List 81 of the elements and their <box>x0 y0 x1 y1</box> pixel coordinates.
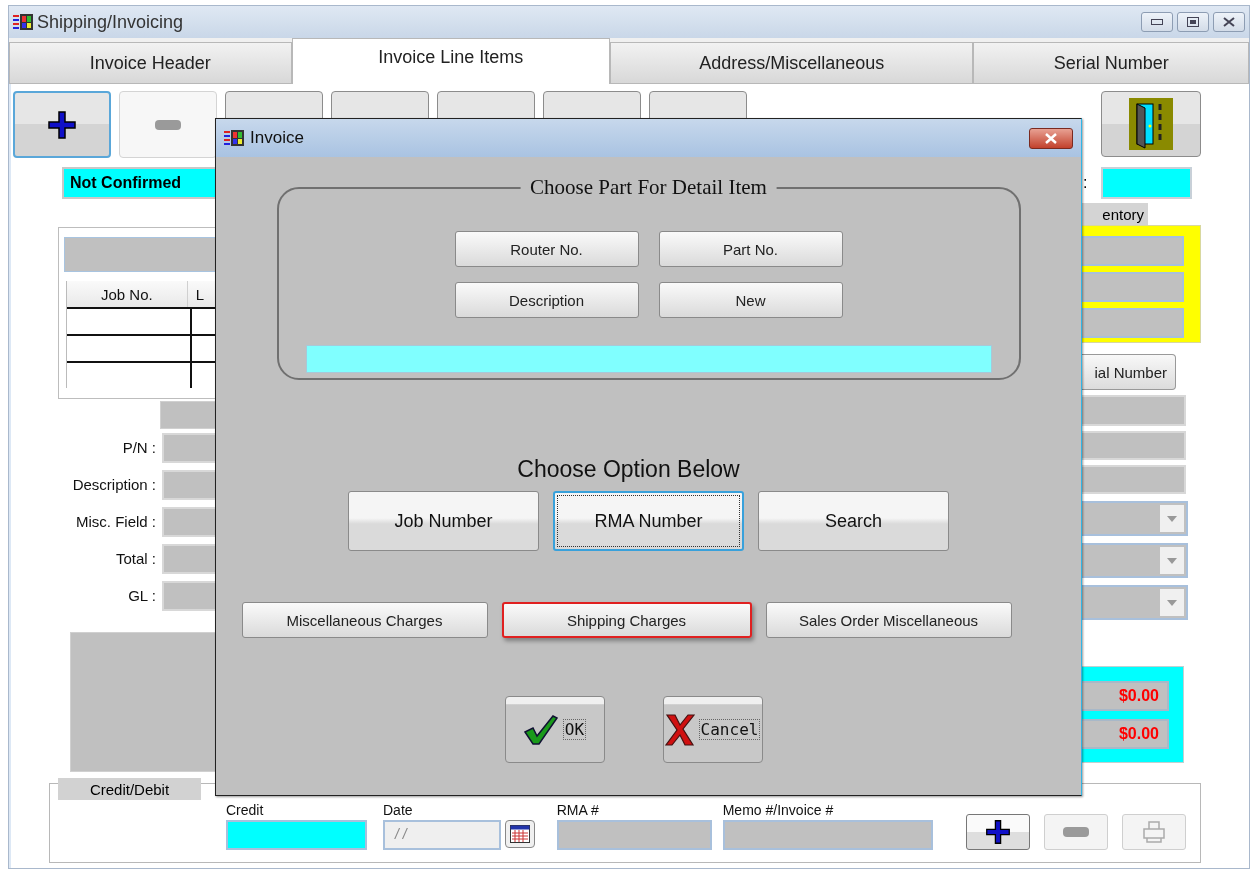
caret-icon <box>1167 599 1177 606</box>
tab[interactable]: Invoice Line Items <box>291 38 611 84</box>
charges-button[interactable]: Shipping Charges <box>501 602 752 638</box>
minus-icon <box>154 118 182 131</box>
field-label: Description : <box>72 476 156 493</box>
checkmark-icon <box>522 713 559 746</box>
maximize-icon <box>1187 17 1199 27</box>
input-field[interactable] <box>1079 465 1186 494</box>
input-field[interactable] <box>162 469 217 500</box>
printer-icon <box>1140 820 1167 844</box>
part-search-button[interactable]: Router No. <box>454 231 639 267</box>
input-field[interactable] <box>1101 167 1193 199</box>
charges-button[interactable]: Sales Order Miscellaneous <box>765 602 1012 638</box>
tab[interactable]: Invoice Header <box>9 42 292 84</box>
exit-door-icon <box>1129 98 1173 150</box>
dialog-title: Invoice <box>250 128 304 148</box>
toolbar-button[interactable] <box>13 91 111 158</box>
input-field[interactable] <box>1080 308 1184 338</box>
input-field[interactable] <box>1079 431 1186 460</box>
app-icon <box>13 12 35 32</box>
tab[interactable]: Serial Number <box>973 42 1249 84</box>
x-mark-icon <box>664 712 695 747</box>
cancel-button[interactable]: Cancel <box>662 696 763 763</box>
dropdown[interactable] <box>1079 585 1188 620</box>
ok-button[interactable]: OK <box>504 696 605 763</box>
app-icon <box>224 128 246 148</box>
input-field[interactable] <box>1080 272 1184 302</box>
minimize-button[interactable] <box>1141 12 1173 32</box>
field-label: Misc. Field : <box>76 513 156 530</box>
plus-icon <box>984 819 1011 845</box>
window-title: Shipping/Invoicing <box>37 11 184 33</box>
serial-number-button[interactable]: ial Number <box>1079 354 1176 390</box>
field-label: Date <box>383 802 414 818</box>
field-label: RMA # <box>556 802 600 818</box>
tab[interactable]: Address/Miscellaneous <box>610 42 974 84</box>
input-field[interactable] <box>1080 236 1184 266</box>
panel-title: Credit/Debit <box>58 778 201 800</box>
add-button[interactable] <box>965 814 1030 850</box>
close-icon <box>1044 132 1058 144</box>
maximize-button[interactable] <box>1177 12 1209 32</box>
status-field: Not Confirmed <box>62 167 217 199</box>
rma-field[interactable] <box>556 820 712 850</box>
minimize-icon <box>1151 19 1163 25</box>
part-search-button[interactable]: Description <box>454 282 639 318</box>
field-label: Memo #/Invoice # <box>722 802 835 818</box>
field-label: Total : <box>115 550 156 567</box>
field-label: GL : <box>128 587 156 604</box>
option-button[interactable]: Search <box>758 491 949 551</box>
input-field[interactable] <box>162 580 217 611</box>
tab[interactable]: entory <box>1079 203 1148 225</box>
close-button[interactable] <box>1213 12 1245 32</box>
close-icon <box>1223 17 1235 27</box>
exit-button[interactable] <box>1101 91 1201 157</box>
minus-icon <box>1061 826 1090 838</box>
input-field[interactable] <box>1079 395 1186 426</box>
total-amount: $0.00 <box>1080 680 1169 711</box>
calendar-icon <box>509 825 530 843</box>
input-field[interactable] <box>162 506 217 537</box>
part-search-button[interactable]: New <box>658 282 843 318</box>
input-field[interactable] <box>162 543 217 574</box>
memo-field[interactable] <box>722 820 933 850</box>
input-field[interactable] <box>162 432 217 463</box>
part-field[interactable] <box>305 345 992 373</box>
calendar-button[interactable] <box>505 820 535 848</box>
charges-button[interactable]: Miscellaneous Charges <box>241 602 488 638</box>
column-header: Job No. <box>67 281 188 307</box>
field-label: : <box>1083 174 1088 192</box>
caret-icon <box>1167 515 1177 522</box>
field-label: Credit <box>226 802 265 818</box>
caret-icon <box>1167 557 1177 564</box>
option-button[interactable]: RMA Number <box>553 491 744 551</box>
field-label: P/N : <box>122 439 156 456</box>
dropdown[interactable] <box>1079 543 1188 578</box>
option-button[interactable]: Job Number <box>348 491 539 551</box>
close-button[interactable] <box>1029 127 1073 149</box>
total-amount: $0.00 <box>1080 718 1169 749</box>
dropdown[interactable] <box>1079 501 1188 536</box>
part-search-button[interactable]: Part No. <box>658 231 843 267</box>
plus-icon <box>47 109 77 140</box>
credit-field[interactable] <box>226 820 367 850</box>
option-heading: Choose Option Below <box>517 456 740 483</box>
